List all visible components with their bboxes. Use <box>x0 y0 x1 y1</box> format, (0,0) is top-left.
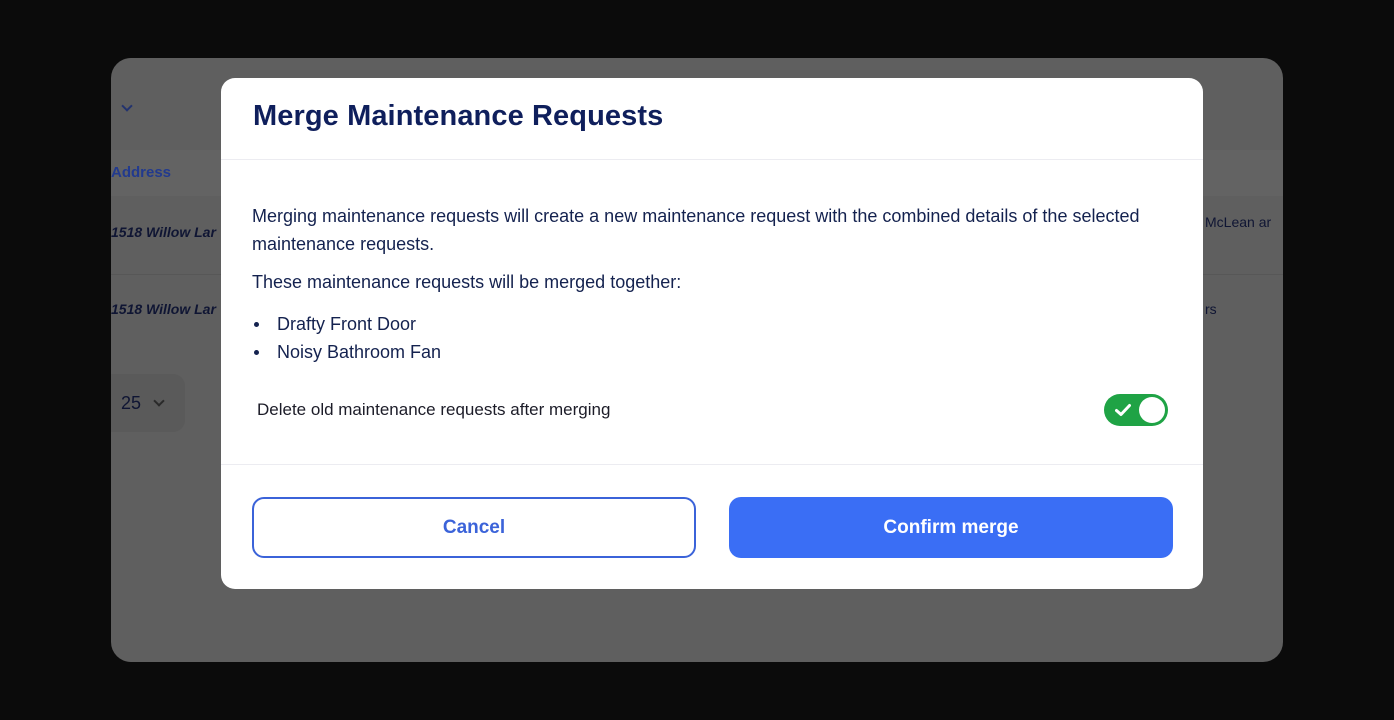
modal-header: Merge Maintenance Requests <box>221 78 1203 160</box>
merge-requests-modal: Merge Maintenance Requests Merging maint… <box>221 78 1203 589</box>
background-page-size-value: 25 <box>120 392 141 413</box>
background-filter-dropdown: s <box>111 100 133 116</box>
chevron-down-icon <box>153 395 165 407</box>
delete-old-requests-row: Delete old maintenance requests after me… <box>257 393 1168 427</box>
chevron-down-icon <box>121 100 133 112</box>
background-cell-address: 1518 Willow Lar <box>111 224 216 240</box>
merge-request-list: Drafty Front Door Noisy Bathroom Fan <box>252 310 441 366</box>
background-cell-address: 1518 Willow Lar <box>111 301 216 317</box>
merge-description: Merging maintenance requests will create… <box>252 206 1140 254</box>
modal-footer: Cancel Confirm merge <box>252 497 1173 558</box>
list-item: Noisy Bathroom Fan <box>252 338 441 366</box>
modal-title: Merge Maintenance Requests <box>253 100 664 132</box>
background-column-address: Address <box>111 164 172 181</box>
toggle-knob <box>1139 397 1165 423</box>
request-name: Noisy Bathroom Fan <box>277 342 442 362</box>
cancel-button[interactable]: Cancel <box>252 497 696 558</box>
merge-intro-text: These maintenance requests will be merge… <box>252 272 682 292</box>
check-icon <box>1115 404 1131 416</box>
confirm-merge-button[interactable]: Confirm merge <box>729 497 1173 558</box>
list-item: Drafty Front Door <box>252 310 441 338</box>
bullet-icon <box>254 321 259 327</box>
delete-old-requests-toggle[interactable] <box>1104 394 1168 426</box>
background-cell-right: rs <box>1205 301 1217 317</box>
request-name: Drafty Front Door <box>277 314 417 334</box>
background-cell-right: McLean ar <box>1205 214 1272 230</box>
background-page-size-select: 25 <box>111 374 185 432</box>
bullet-icon <box>254 349 259 355</box>
delete-old-requests-label: Delete old maintenance requests after me… <box>257 400 611 419</box>
page: s Address 1518 Willow Lar McLean ar 1518… <box>0 0 1394 720</box>
